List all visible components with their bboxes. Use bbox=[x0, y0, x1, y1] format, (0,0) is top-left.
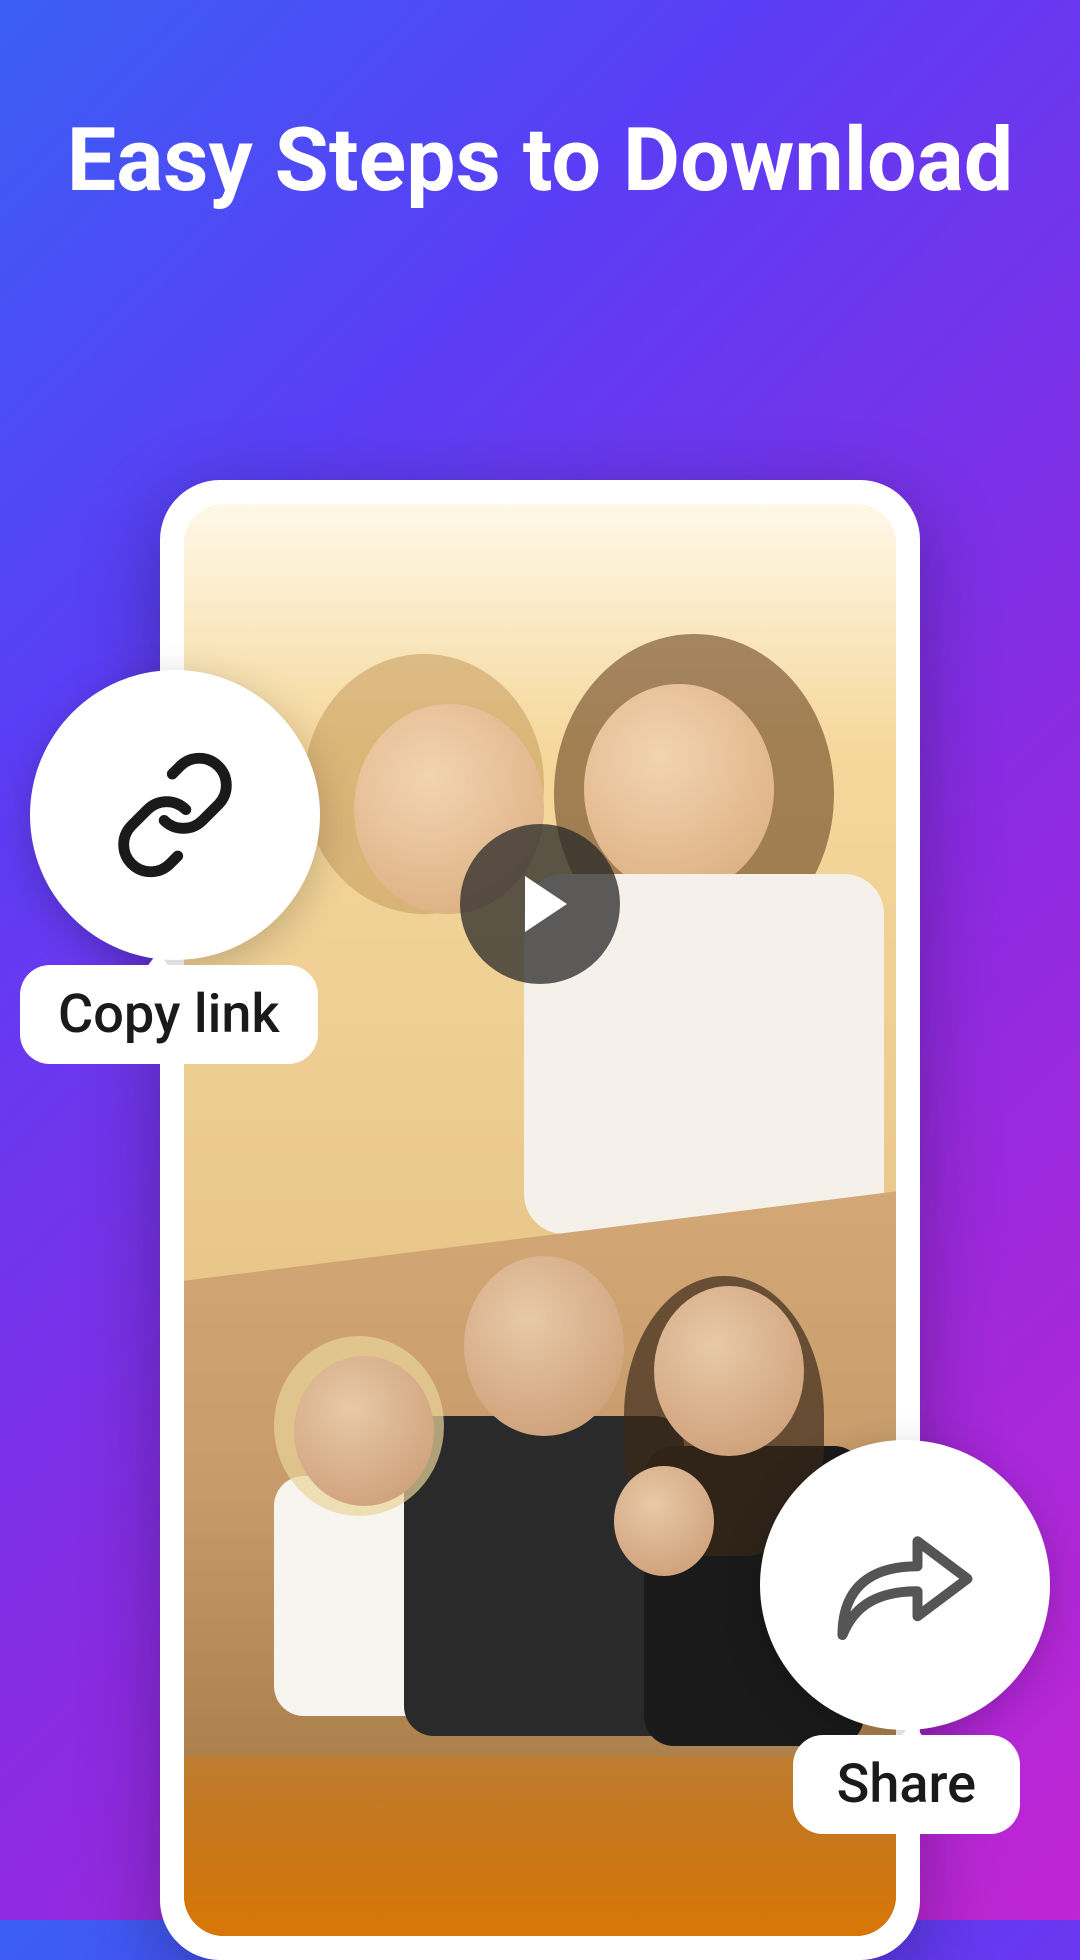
copy-link-button[interactable] bbox=[30, 670, 320, 960]
phone-mockup bbox=[160, 480, 920, 1960]
play-button[interactable] bbox=[460, 824, 620, 984]
copy-link-label: Copy link bbox=[20, 965, 318, 1064]
page-title: Easy Steps to Download bbox=[0, 0, 1080, 211]
share-icon bbox=[830, 1520, 980, 1650]
link-icon bbox=[110, 750, 240, 880]
share-button[interactable] bbox=[760, 1440, 1050, 1730]
play-icon bbox=[513, 876, 567, 932]
share-label: Share bbox=[793, 1735, 1020, 1834]
phone-screen bbox=[184, 504, 896, 1936]
